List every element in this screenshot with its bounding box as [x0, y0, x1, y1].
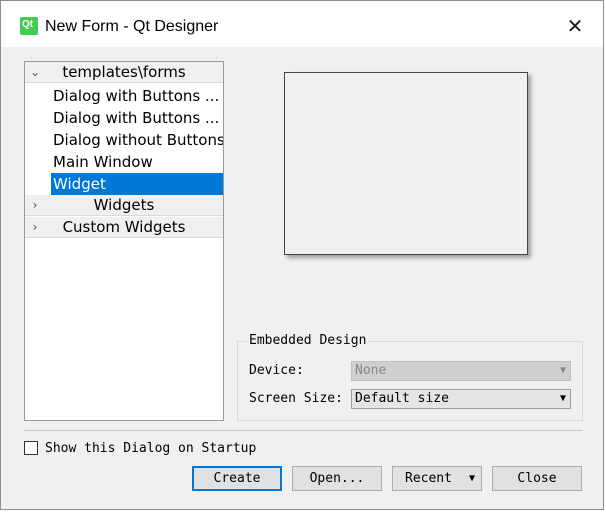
- divider: [24, 430, 583, 431]
- category-label: Widgets: [93, 196, 155, 214]
- category-widgets[interactable]: › Widgets: [25, 195, 223, 216]
- show-on-startup-label[interactable]: Show this Dialog on Startup: [45, 441, 256, 457]
- category-templates-forms[interactable]: ⌄ templates\forms: [25, 62, 223, 83]
- device-combo: None ▼: [351, 361, 571, 381]
- close-icon[interactable]: ✕: [563, 14, 587, 38]
- recent-button[interactable]: Recent ▼: [392, 466, 482, 491]
- template-tree[interactable]: ⌄ templates\forms Dialog with Buttons ..…: [24, 61, 224, 421]
- category-custom-widgets[interactable]: › Custom Widgets: [25, 217, 223, 238]
- screen-size-value: Default size: [355, 391, 449, 406]
- chevron-down-icon[interactable]: ▼: [560, 391, 566, 407]
- device-label: Device:: [249, 363, 304, 378]
- device-value: None: [355, 363, 387, 378]
- tree-item-label: Dialog with Buttons ...: [53, 109, 220, 127]
- window-title: New Form - Qt Designer: [45, 18, 219, 35]
- tree-item-label: Main Window: [53, 153, 153, 171]
- tree-item-label: Widget: [53, 175, 106, 193]
- screen-size-label: Screen Size:: [249, 391, 343, 406]
- tree-item-dialog-buttons-right[interactable]: Dialog with Buttons ...: [51, 107, 223, 129]
- tree-item-label: Dialog with Buttons ...: [53, 87, 220, 105]
- form-preview: [284, 72, 528, 255]
- tree-item-widget[interactable]: Widget: [51, 173, 223, 195]
- qt-logo-icon: [20, 17, 38, 35]
- category-label: templates\forms: [62, 63, 186, 81]
- show-on-startup-checkbox[interactable]: [24, 441, 38, 455]
- create-button[interactable]: Create: [192, 466, 282, 491]
- new-form-dialog: New Form - Qt Designer ✕ ⌄ templates\for…: [0, 0, 604, 510]
- screen-size-combo[interactable]: Default size ▼: [351, 389, 571, 409]
- tree-item-dialog-buttons-bottom[interactable]: Dialog with Buttons ...: [51, 85, 223, 107]
- category-label: Custom Widgets: [62, 218, 186, 236]
- embedded-design-title: Embedded Design: [247, 333, 369, 349]
- chevron-down-icon: ▼: [559, 365, 566, 376]
- recent-button-label: Recent: [405, 471, 452, 486]
- close-button[interactable]: Close: [492, 466, 582, 491]
- open-button[interactable]: Open...: [292, 466, 382, 491]
- dropdown-arrow-icon[interactable]: ▼: [469, 467, 475, 490]
- tree-item-label: Dialog without Buttons: [53, 131, 223, 149]
- embedded-design-group: [237, 341, 583, 421]
- tree-item-main-window[interactable]: Main Window: [51, 151, 223, 173]
- tree-item-dialog-without-buttons[interactable]: Dialog without Buttons: [51, 129, 223, 151]
- title-bar: New Form - Qt Designer ✕: [1, 1, 603, 47]
